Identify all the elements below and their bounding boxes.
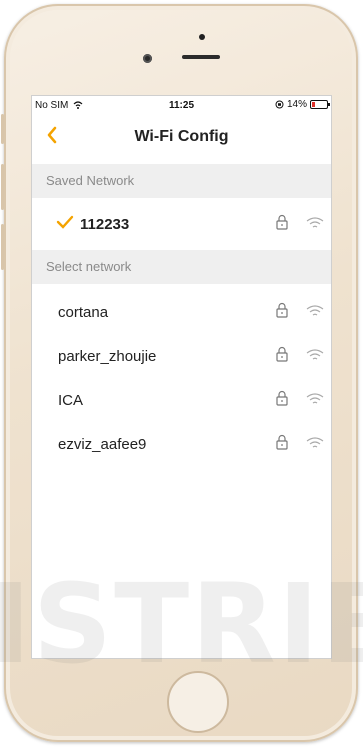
wifi-strength-icon — [306, 217, 324, 228]
lock-icon — [276, 214, 288, 230]
network-name: cortana — [58, 304, 109, 321]
page-title: Wi-Fi Config — [134, 128, 229, 145]
saved-network-row[interactable]: 112233 — [32, 202, 331, 246]
wifi-strength-icon — [306, 437, 324, 448]
rotation-lock-icon — [275, 100, 284, 109]
wifi-strength-icon — [306, 393, 324, 404]
volume-down-button — [1, 224, 4, 270]
battery-percent: 14% — [286, 99, 307, 110]
sensor — [199, 34, 205, 40]
network-name: ICA — [58, 392, 84, 409]
nav-bar: Wi-Fi Config — [32, 118, 331, 154]
network-row-cortana[interactable]: cortana — [32, 290, 331, 334]
section-header-select: Select network — [32, 250, 331, 284]
network-row-parker-zhoujie[interactable]: parker_zhoujie — [32, 334, 331, 378]
network-name: ezviz_aafee9 — [58, 436, 147, 453]
saved-network-name: 112233 — [80, 216, 130, 233]
section-header-saved: Saved Network — [32, 164, 331, 198]
mute-switch — [1, 114, 4, 144]
checkmark-icon — [56, 214, 74, 235]
volume-up-button — [1, 164, 4, 210]
front-camera — [143, 54, 152, 63]
lock-icon — [276, 390, 288, 406]
earpiece-speaker — [182, 55, 220, 59]
lock-icon — [276, 434, 288, 450]
watermark-text: ISTRIB — [0, 560, 363, 688]
network-name: parker_zhoujie — [58, 348, 157, 365]
network-row-ezviz[interactable]: ezviz_aafee9 — [32, 422, 331, 466]
network-row-ica[interactable]: ICA — [32, 378, 331, 422]
status-bar: No SIM 11:25 14% — [32, 96, 331, 116]
wifi-strength-icon — [306, 305, 324, 316]
wifi-strength-icon — [306, 349, 324, 360]
battery-status: 14% — [275, 99, 330, 110]
lock-icon — [276, 302, 288, 318]
battery-icon — [310, 100, 330, 109]
lock-icon — [276, 346, 288, 362]
